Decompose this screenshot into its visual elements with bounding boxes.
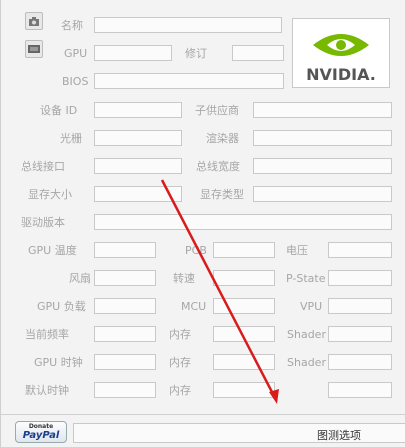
arrow-shaft: [160, 179, 275, 395]
gpu-info-window: 名称 GPU 修订 BIOS NVIDIA. 设备 ID 子供应商 光栅 渲染器…: [0, 0, 405, 447]
red-arrow-annotation: [160, 179, 279, 404]
